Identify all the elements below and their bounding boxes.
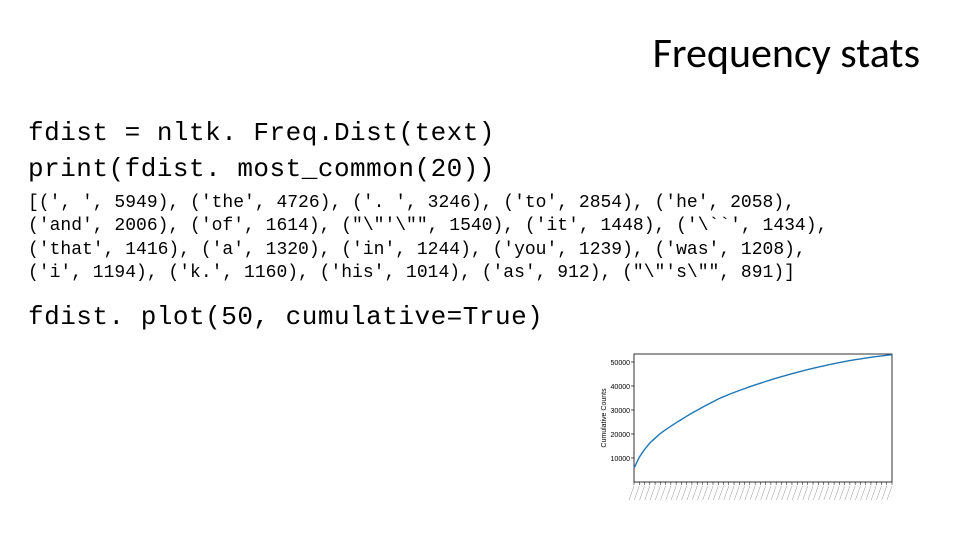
ytick-30000: 30000 — [611, 408, 631, 415]
code-line-2: print(fdist. most_common(20)) — [28, 154, 495, 184]
ytick-20000: 20000 — [611, 432, 631, 439]
ytick-10000: 10000 — [611, 456, 631, 463]
chart-frame — [634, 354, 892, 482]
output-block: [(', ', 5949), ('the', 4726), ('. ', 324… — [28, 192, 940, 286]
cumulative-line — [634, 355, 892, 469]
y-axis-label: Cumulative Counts — [601, 388, 608, 448]
code-line-3: fdist. plot(50, cumulative=True) — [28, 302, 543, 332]
ytick-40000: 40000 — [611, 384, 631, 391]
code-line-1: fdist = nltk. Freq.Dist(text) — [28, 118, 495, 148]
page-title: Frequency stats — [653, 28, 920, 79]
ytick-50000: 50000 — [611, 360, 631, 367]
slide: Frequency stats fdist = nltk. Freq.Dist(… — [0, 0, 960, 540]
x-ticks — [629, 482, 892, 500]
chart-svg: 10000 20000 30000 40000 50000 Cumulative… — [596, 348, 906, 522]
cumulative-frequency-chart: 10000 20000 30000 40000 50000 Cumulative… — [596, 348, 906, 522]
